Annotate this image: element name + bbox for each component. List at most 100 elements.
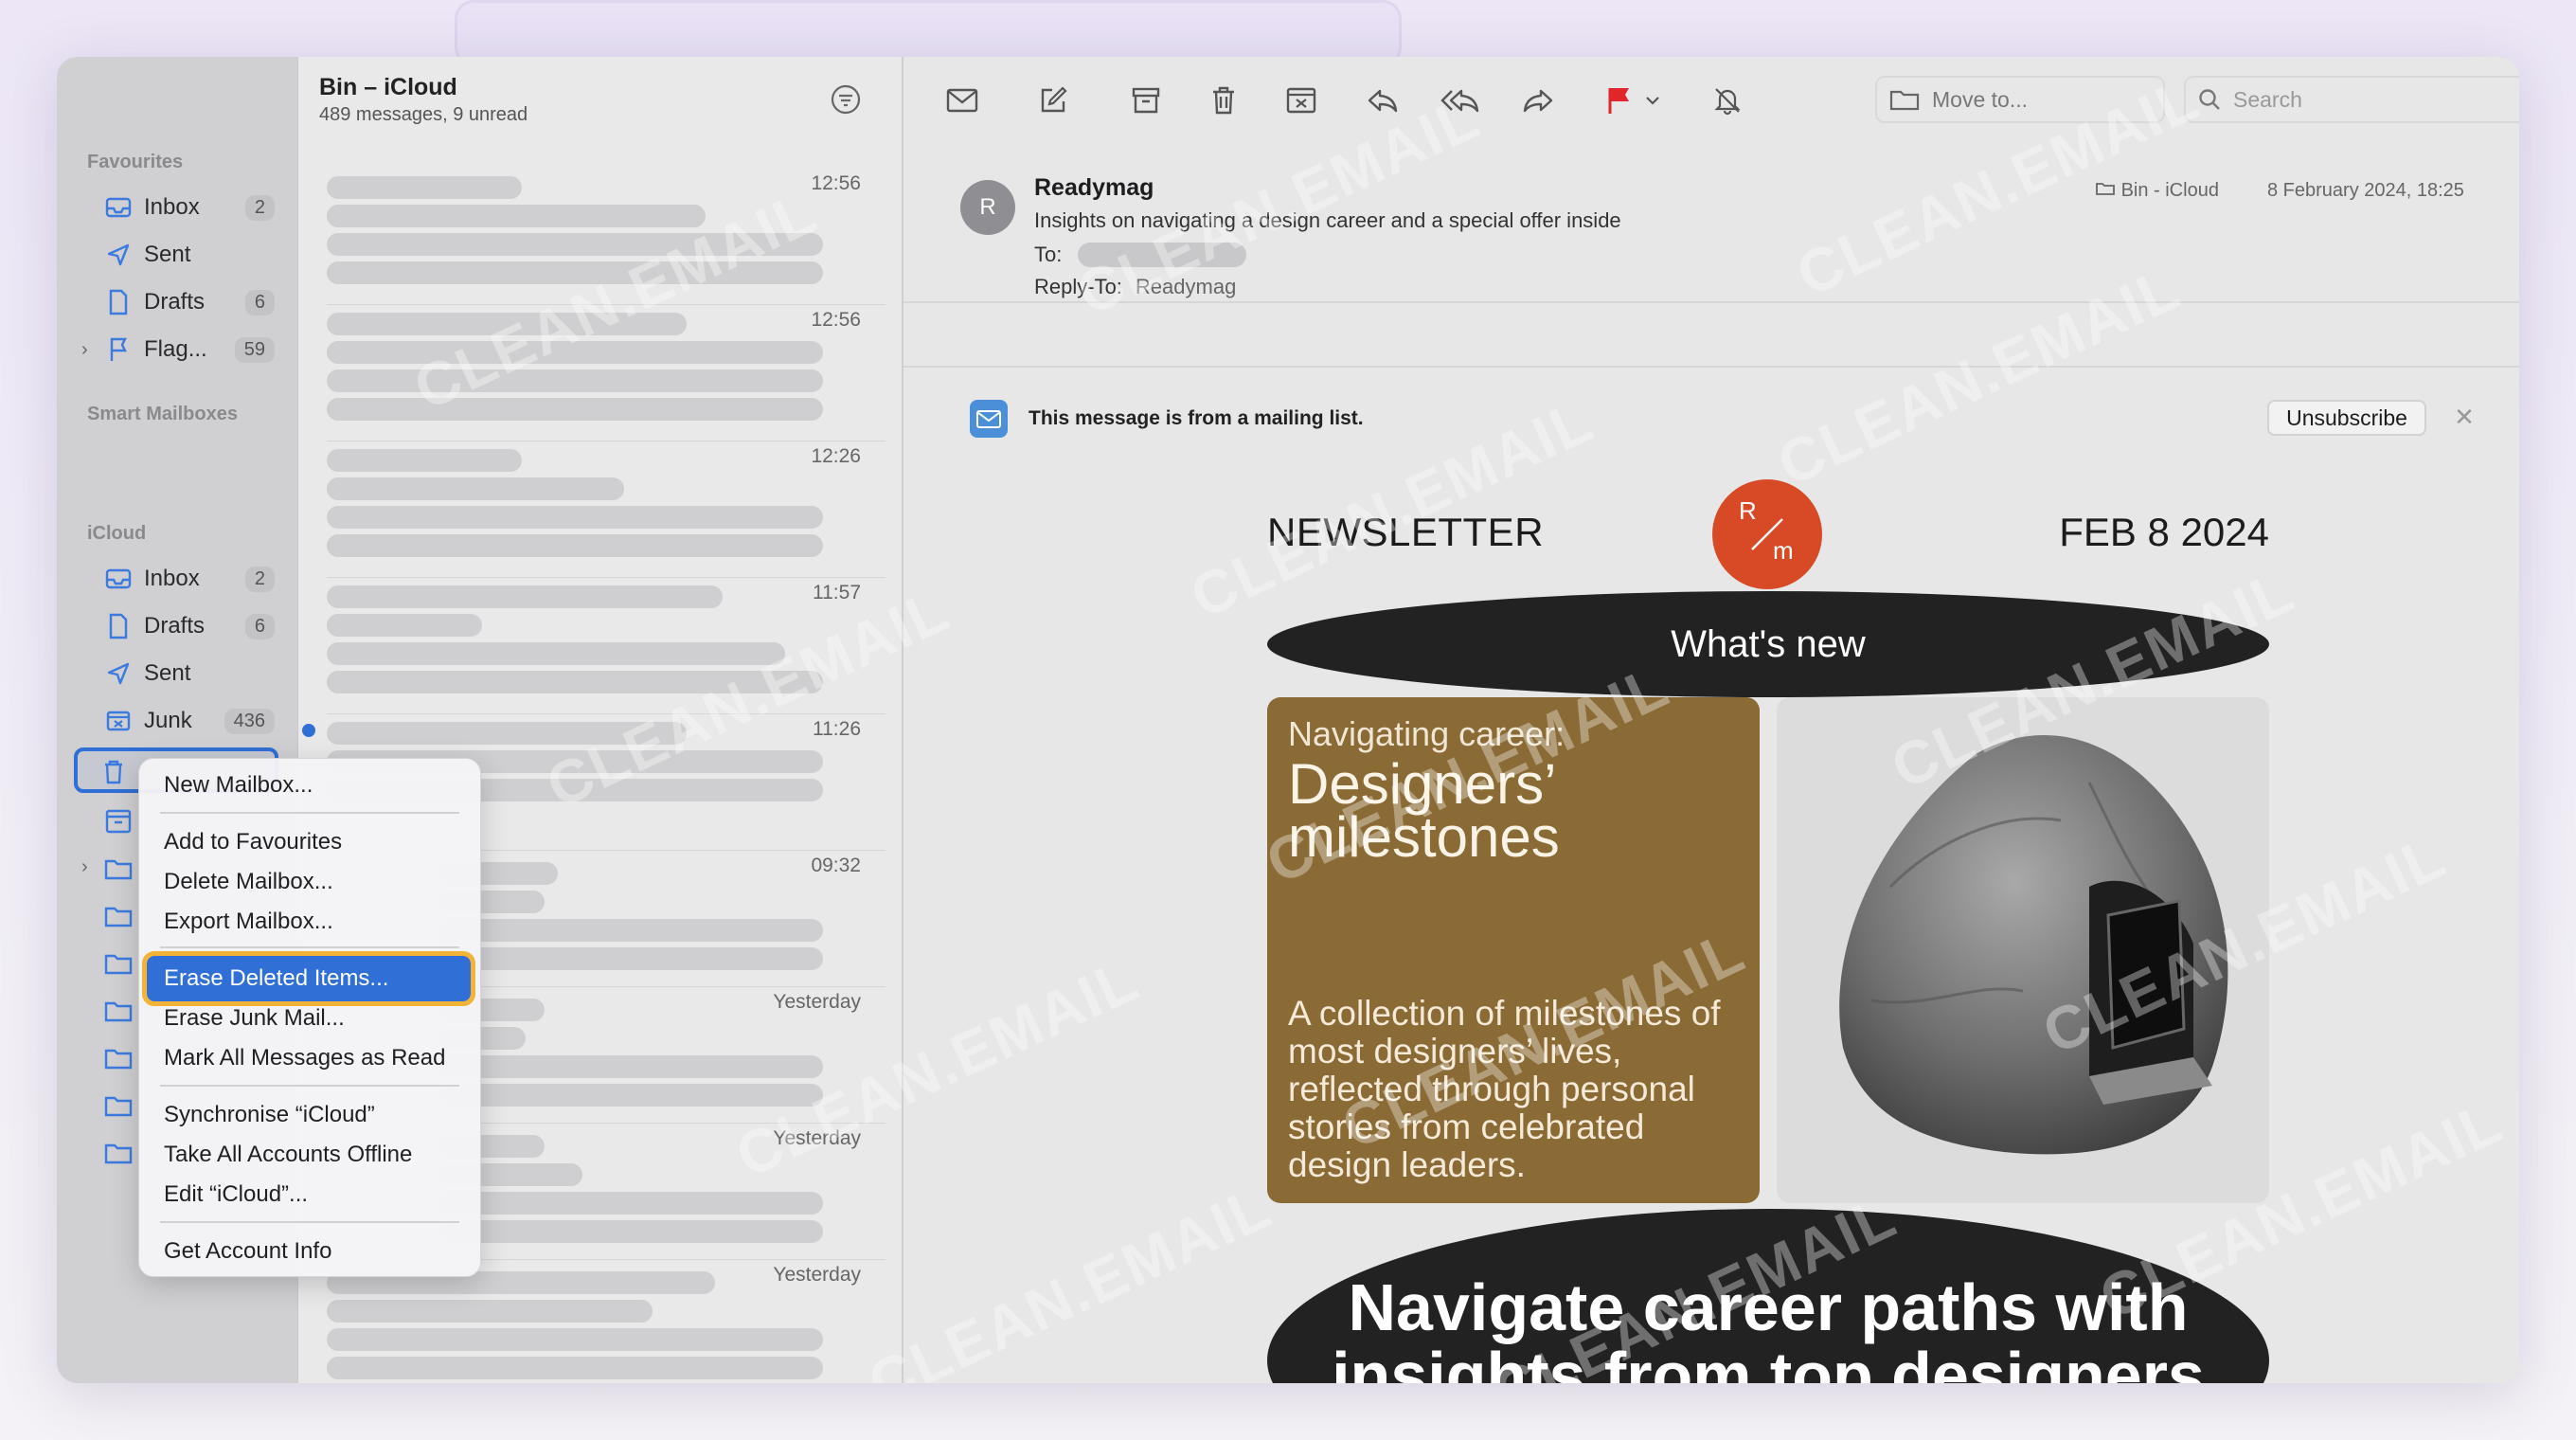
career-paths-banner[interactable]: Navigate career paths with insights from… xyxy=(1267,1209,2269,1383)
menu-item-mark-all-read[interactable]: Mark All Messages as Read xyxy=(164,1045,445,1071)
menu-item-edit-icloud[interactable]: Edit “iCloud”... xyxy=(164,1181,308,1208)
icloud-header[interactable]: iCloud xyxy=(87,523,146,545)
message-time: 11:57 xyxy=(813,582,861,603)
sender-placeholder xyxy=(327,585,723,608)
sidebar-item-favourites-flagged[interactable]: Flag... 59 xyxy=(74,328,286,371)
card-title: Designers’ milestones xyxy=(1288,752,1560,869)
menu-item-synchronise[interactable]: Synchronise “iCloud” xyxy=(164,1102,375,1128)
message-time: 12:26 xyxy=(811,445,861,467)
preview-placeholder xyxy=(327,642,785,665)
filter-icon[interactable] xyxy=(830,83,862,116)
archive-button[interactable] xyxy=(1125,80,1167,121)
chevron-down-icon xyxy=(1646,97,1659,105)
flag-icon xyxy=(102,333,134,366)
preview-placeholder xyxy=(327,1328,823,1351)
unread-count: 2 xyxy=(244,566,275,592)
avatar: R xyxy=(960,180,1015,235)
junk-button[interactable] xyxy=(1280,80,1322,121)
subject-placeholder xyxy=(327,341,823,364)
sender-placeholder xyxy=(327,449,522,472)
folder-icon[interactable] xyxy=(102,995,134,1027)
sender-placeholder xyxy=(327,722,687,745)
forward-button[interactable] xyxy=(1517,80,1559,121)
menu-item-delete-mailbox[interactable]: Delete Mailbox... xyxy=(164,869,333,895)
sidebar-item-label: Flag... xyxy=(144,336,207,362)
reply-all-button[interactable] xyxy=(1440,80,1481,121)
recipient-redacted xyxy=(1078,243,1246,267)
sidebar-item-icloud-drafts[interactable]: Drafts 6 xyxy=(74,604,286,648)
compose-button[interactable] xyxy=(1032,80,1074,121)
message-time: 12:56 xyxy=(811,309,861,331)
folder-icon[interactable] xyxy=(102,900,134,932)
menu-item-add-to-favourites[interactable]: Add to Favourites xyxy=(164,829,342,855)
menu-separator xyxy=(160,946,459,948)
email-subject: Insights on navigating a design career a… xyxy=(1034,208,1621,232)
preview-placeholder xyxy=(440,919,823,942)
archive-icon[interactable] xyxy=(102,805,134,837)
unsubscribe-button[interactable]: Unsubscribe xyxy=(2267,400,2426,436)
message-time: 12:56 xyxy=(811,172,861,194)
card-body: A collection of milestones of most desig… xyxy=(1288,994,1721,1184)
folder-icon[interactable] xyxy=(102,1089,134,1122)
flag-button[interactable] xyxy=(1599,80,1640,121)
mute-button[interactable] xyxy=(1707,80,1748,121)
menu-item-get-account-info[interactable]: Get Account Info xyxy=(164,1238,331,1265)
menu-item-new-mailbox[interactable]: New Mailbox... xyxy=(164,772,313,799)
reply-button[interactable] xyxy=(1362,80,1404,121)
preview-placeholder xyxy=(440,1220,823,1243)
reply-to-row: Reply-To: Readymag xyxy=(1034,275,1236,299)
reply-icon xyxy=(1368,89,1398,113)
preview-placeholder xyxy=(440,1055,823,1078)
move-to-label: Move to... xyxy=(1932,86,2028,112)
menu-item-erase-deleted-items[interactable]: Erase Deleted Items... xyxy=(164,965,388,992)
drafts-icon xyxy=(102,610,134,642)
search-icon xyxy=(2199,89,2220,110)
sidebar-item-favourites-sent[interactable]: Sent xyxy=(74,233,286,277)
sidebar-item-favourites-drafts[interactable]: Drafts 6 xyxy=(74,280,286,324)
trash-icon xyxy=(105,760,122,784)
list-item[interactable]: 12:56 xyxy=(327,309,886,441)
context-menu: New Mailbox... Add to Favourites Delete … xyxy=(138,758,481,1277)
menu-item-erase-junk-mail[interactable]: Erase Junk Mail... xyxy=(164,1005,345,1032)
list-item[interactable]: 11:57 xyxy=(327,582,886,714)
folder-icon[interactable] xyxy=(102,1137,134,1169)
reply-to-value[interactable]: Readymag xyxy=(1136,275,1236,298)
folder-icon[interactable] xyxy=(102,1042,134,1074)
menu-item-export-mailbox[interactable]: Export Mailbox... xyxy=(164,909,333,935)
preview-placeholder xyxy=(327,1357,823,1379)
sidebar-item-icloud-junk[interactable]: Junk 436 xyxy=(74,699,286,743)
get-mail-button[interactable] xyxy=(941,80,983,121)
newsletter: NEWSLETTER R m FEB 8 2024 What's new Nav… xyxy=(1267,470,2269,1383)
trash-icon xyxy=(1213,86,1234,115)
reply-all-icon xyxy=(1440,89,1479,113)
sidebar-item-icloud-inbox[interactable]: Inbox 2 xyxy=(74,557,286,601)
to-label: To: xyxy=(1034,243,1063,266)
sidebar-item-favourites-inbox[interactable]: Inbox 2 xyxy=(74,186,286,229)
sidebar-item-icloud-sent[interactable]: Sent xyxy=(74,652,286,695)
chevron-right-icon[interactable]: › xyxy=(81,856,88,878)
folder-icon[interactable] xyxy=(102,947,134,980)
list-item[interactable]: 12:56 xyxy=(327,172,886,305)
flag-menu-button[interactable] xyxy=(1638,80,1667,121)
folder-icon[interactable] xyxy=(102,853,134,885)
move-to-button[interactable]: Move to... xyxy=(1875,76,2165,123)
preview-placeholder xyxy=(327,671,823,693)
sidebar-item-label: Sent xyxy=(144,660,191,686)
sidebar-item-label: Inbox xyxy=(144,194,200,220)
rock-laptop-image[interactable] xyxy=(1777,697,2269,1203)
sidebar-item-label: Drafts xyxy=(144,613,206,639)
close-icon[interactable]: ✕ xyxy=(2449,402,2479,432)
card-kicker: Navigating career: xyxy=(1288,714,1565,753)
list-item[interactable]: 12:26 xyxy=(327,445,886,578)
career-card[interactable]: Navigating career: Designers’ milestones… xyxy=(1267,697,1760,1203)
list-item[interactable]: Yesterday xyxy=(327,1264,886,1383)
sender-name[interactable]: Readymag xyxy=(1034,174,1154,202)
menu-item-take-offline[interactable]: Take All Accounts Offline xyxy=(164,1142,412,1168)
smart-mailboxes-header[interactable]: Smart Mailboxes xyxy=(87,404,238,425)
message-time: 11:26 xyxy=(813,718,861,740)
search-field[interactable]: Search xyxy=(2184,76,2519,123)
delete-button[interactable] xyxy=(1203,80,1244,121)
readymag-logo[interactable]: R m xyxy=(1712,479,1822,589)
forward-icon xyxy=(1523,89,1553,113)
sender-placeholder xyxy=(327,176,522,199)
